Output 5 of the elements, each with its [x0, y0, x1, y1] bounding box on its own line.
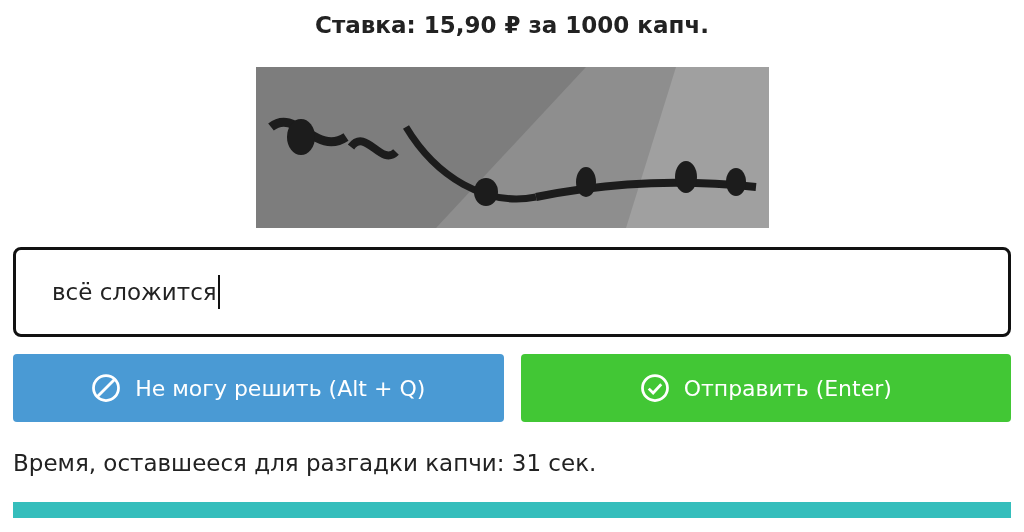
rate-heading: Ставка: 15,90 ₽ за 1000 капч.: [315, 12, 709, 40]
skip-button[interactable]: Не могу решить (Alt + Q): [13, 354, 504, 422]
submit-button[interactable]: Отправить (Enter): [520, 354, 1011, 422]
timer-text: Время, оставшееся для разгадки капчи: 31 сек.: [13, 450, 598, 476]
answer-field[interactable]: всё сложится: [13, 247, 1011, 337]
